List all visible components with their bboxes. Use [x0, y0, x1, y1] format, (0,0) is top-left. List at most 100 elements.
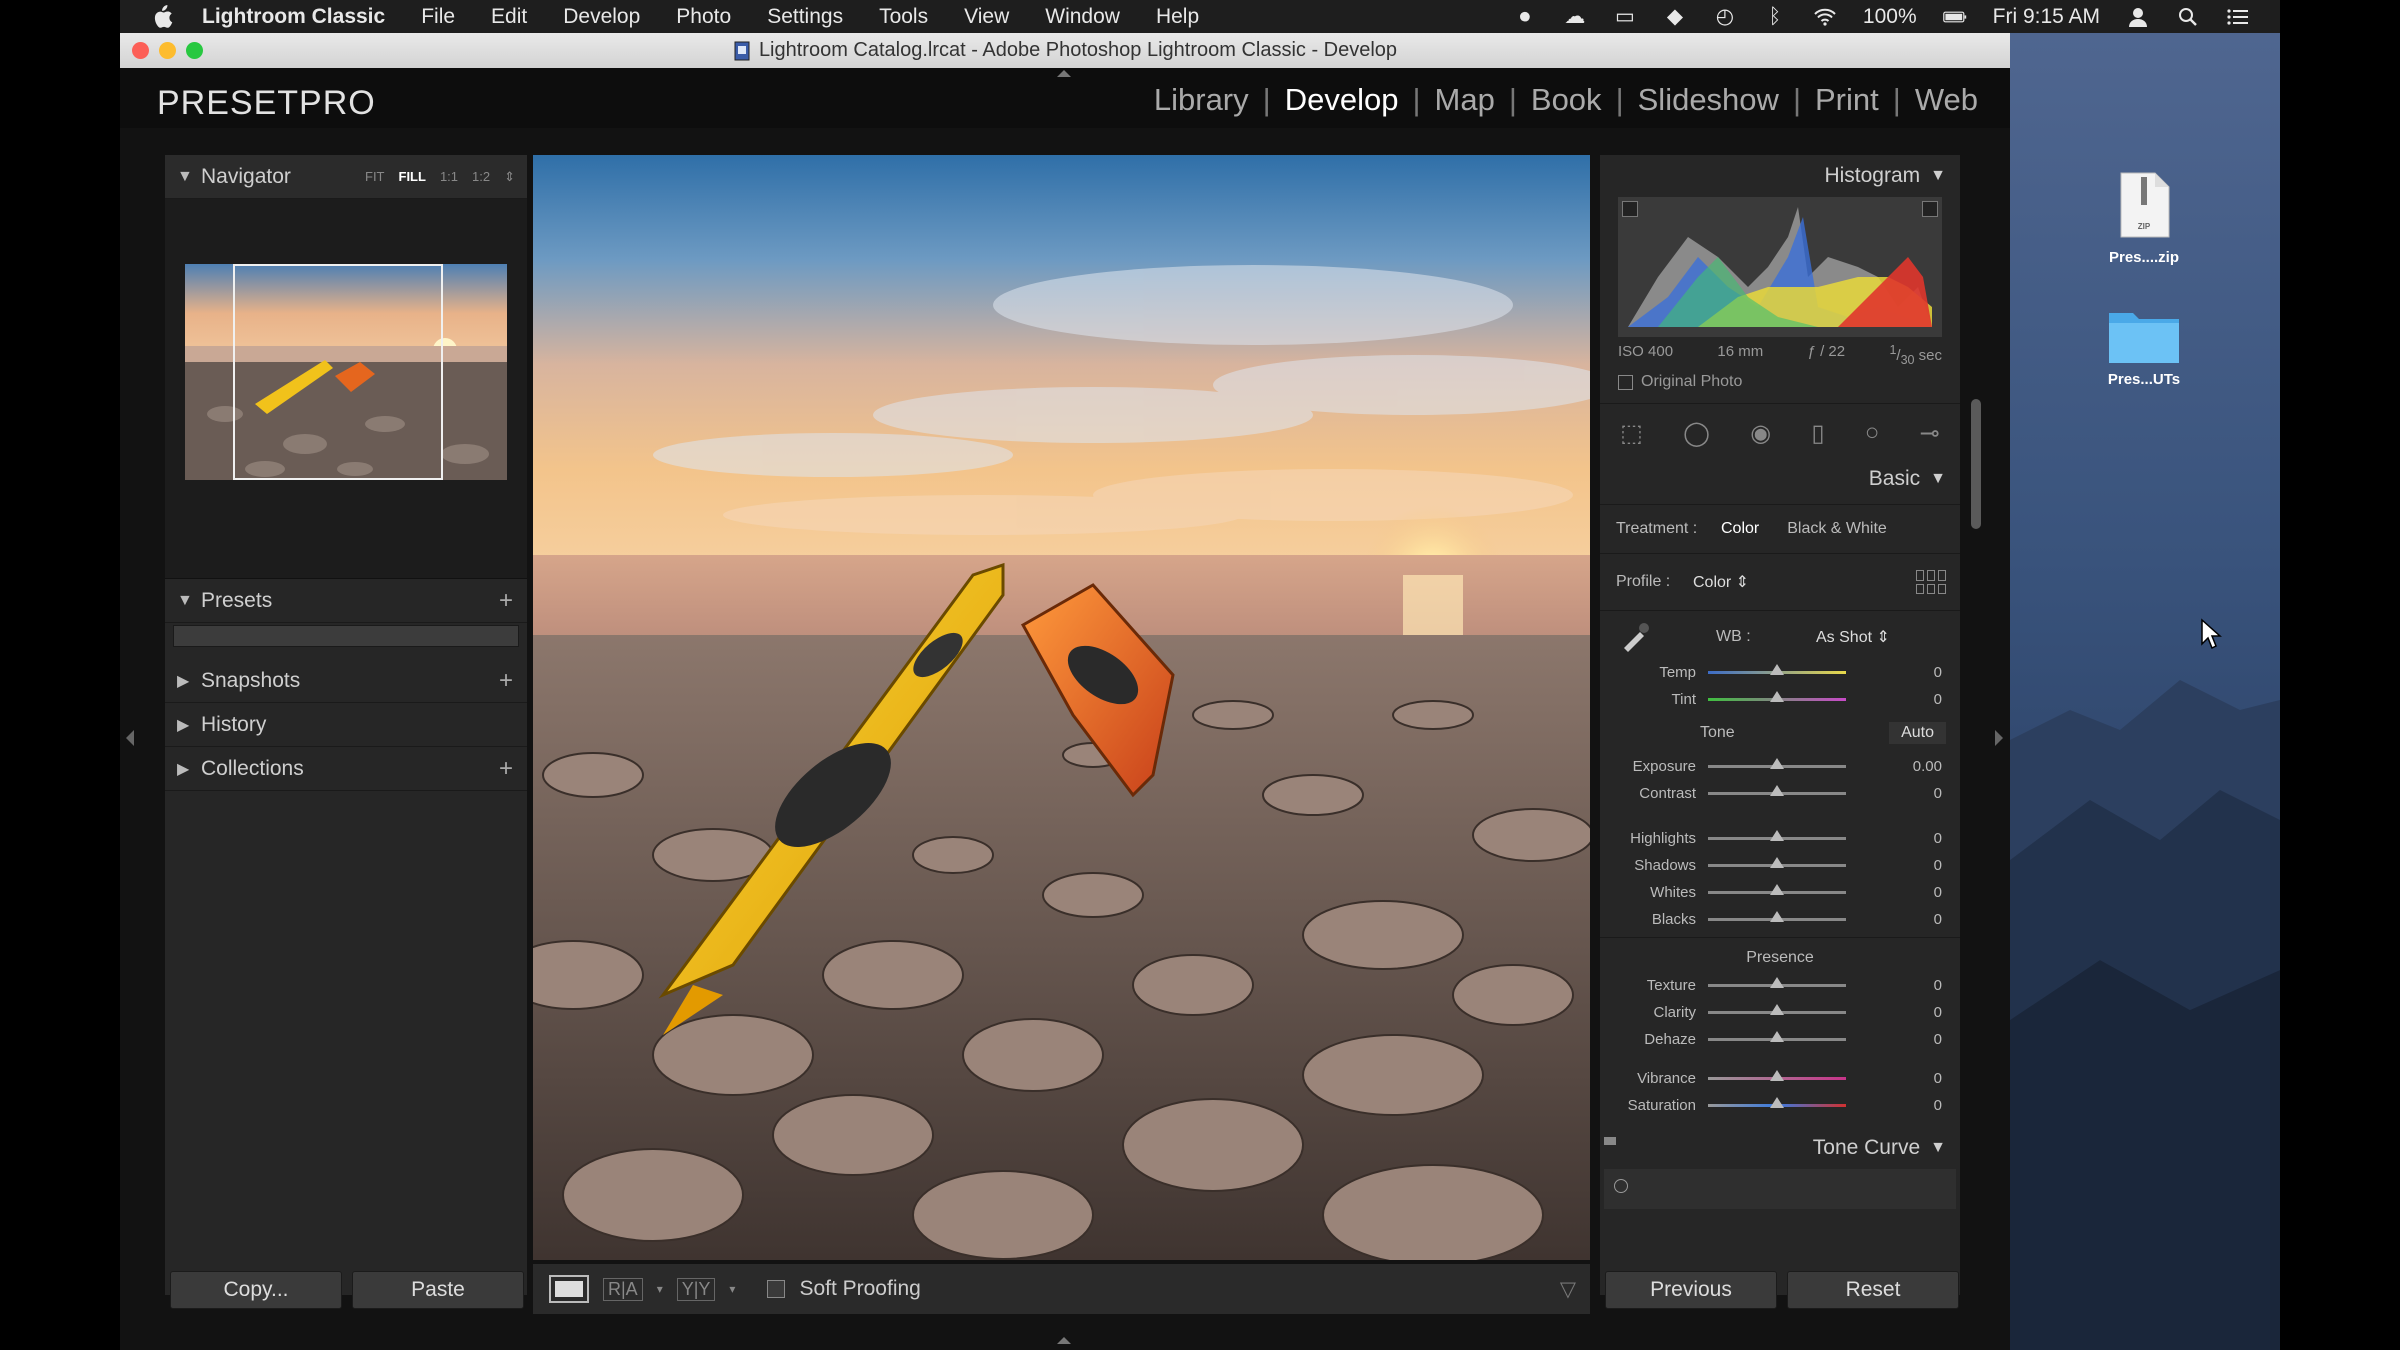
preset-filter-input[interactable] — [173, 625, 519, 647]
shadows-value[interactable]: 0 — [1934, 857, 1942, 874]
original-photo-checkbox[interactable] — [1618, 374, 1633, 390]
right-panel-scrollbar[interactable] — [1971, 399, 1981, 529]
menu-app-name[interactable]: Lightroom Classic — [202, 5, 385, 29]
filmstrip-toggle-icon[interactable] — [1055, 1335, 1073, 1345]
module-map[interactable]: Map — [1421, 82, 1509, 118]
targeted-adjustment-icon[interactable] — [1614, 1179, 1628, 1193]
snapshots-header[interactable]: ▶ Snapshots + — [165, 659, 527, 703]
treatment-bw-option[interactable]: Black & White — [1787, 520, 1887, 538]
photo-canvas[interactable] — [533, 155, 1590, 1260]
window-titlebar[interactable]: Lightroom Catalog.lrcat - Adobe Photosho… — [120, 33, 2010, 68]
menubar-clock[interactable]: Fri 9:15 AM — [1993, 5, 2100, 29]
history-header[interactable]: ▶ History — [165, 703, 527, 747]
crop-tool-icon[interactable]: ⬚ — [1620, 419, 1643, 448]
whites-value[interactable]: 0 — [1934, 884, 1942, 901]
desktop-zip-file[interactable]: ZIP Pres....zip — [2084, 171, 2204, 266]
histogram-graph[interactable] — [1618, 197, 1942, 337]
soft-proofing-checkbox[interactable] — [767, 1280, 786, 1298]
zoom-fill[interactable]: FILL — [399, 169, 426, 185]
module-develop[interactable]: Develop — [1271, 82, 1413, 118]
treatment-color-option[interactable]: Color — [1721, 520, 1759, 538]
texture-value[interactable]: 0 — [1934, 977, 1942, 994]
before-after-split-icon[interactable]: Y|Y — [676, 1277, 716, 1301]
navigator-header[interactable]: ▼ Navigator FIT FILL 1:1 1:2 ⇕ — [165, 155, 527, 199]
navigator-thumbnail[interactable] — [185, 264, 507, 480]
clarity-value[interactable]: 0 — [1934, 1004, 1942, 1021]
vibrance-value[interactable]: 0 — [1934, 1070, 1942, 1087]
zoom-1-2[interactable]: 1:2 — [472, 169, 490, 185]
zoom-1-1[interactable]: 1:1 — [440, 169, 458, 185]
desktop-folder[interactable]: Pres...UTs — [2084, 305, 2204, 388]
top-panel-toggle-icon[interactable] — [1055, 68, 1073, 78]
whites-slider[interactable]: Whites 0 — [1600, 879, 1960, 906]
menu-photo[interactable]: Photo — [676, 5, 731, 29]
collapse-triangle-icon[interactable]: ▼ — [177, 592, 201, 610]
collections-header[interactable]: ▶ Collections + — [165, 747, 527, 791]
highlights-slider[interactable]: Highlights 0 — [1600, 825, 1960, 852]
wifi-icon[interactable] — [1813, 6, 1837, 28]
spot-removal-icon[interactable]: ◯ — [1683, 419, 1710, 448]
presets-header[interactable]: ▼ Presets + — [165, 579, 527, 623]
zoom-button[interactable] — [186, 42, 203, 59]
eyedropper-icon[interactable] — [1610, 615, 1660, 659]
profile-dropdown[interactable]: Color ⇕ — [1693, 572, 1749, 592]
split-dropdown-icon[interactable]: ▾ — [729, 1282, 735, 1296]
module-library[interactable]: Library — [1140, 82, 1263, 118]
exposure-value[interactable]: 0.00 — [1913, 758, 1942, 775]
contrast-slider[interactable]: Contrast 0 — [1600, 780, 1960, 807]
menu-develop[interactable]: Develop — [563, 5, 640, 29]
expand-triangle-icon[interactable]: ▶ — [177, 715, 201, 735]
module-print[interactable]: Print — [1801, 82, 1893, 118]
graduated-filter-icon[interactable]: ▯ — [1811, 419, 1824, 448]
paste-settings-button[interactable]: Paste — [352, 1271, 524, 1309]
module-book[interactable]: Book — [1517, 82, 1616, 118]
add-preset-icon[interactable]: + — [499, 587, 513, 615]
menu-settings[interactable]: Settings — [767, 5, 843, 29]
expand-triangle-icon[interactable]: ▶ — [177, 759, 201, 779]
texture-slider[interactable]: Texture 0 — [1600, 972, 1960, 999]
clarity-slider[interactable]: Clarity 0 — [1600, 999, 1960, 1026]
saturation-slider[interactable]: Saturation 0 — [1600, 1092, 1960, 1119]
record-icon[interactable]: ⏺ — [1513, 5, 1537, 28]
zoom-fit[interactable]: FIT — [365, 169, 385, 185]
red-eye-icon[interactable]: ◉ — [1750, 419, 1771, 448]
tint-value[interactable]: 0 — [1934, 691, 1942, 708]
collapse-triangle-icon[interactable]: ▼ — [1930, 470, 1946, 488]
tone-auto-button[interactable]: Auto — [1889, 722, 1946, 744]
battery-icon[interactable] — [1942, 6, 1967, 28]
shadow-clipping-icon[interactable] — [1622, 201, 1638, 217]
tone-curve-graph[interactable] — [1604, 1169, 1956, 1209]
exposure-slider[interactable]: Exposure 0.00 — [1600, 753, 1960, 780]
menu-file[interactable]: File — [421, 5, 455, 29]
adjustment-brush-icon[interactable]: ⊸ — [1920, 419, 1940, 448]
collapse-triangle-icon[interactable]: ▼ — [1930, 167, 1946, 185]
wb-dropdown[interactable]: As Shot ⇕ — [1816, 627, 1890, 647]
collapse-triangle-icon[interactable]: ▼ — [1930, 1139, 1946, 1157]
add-collection-icon[interactable]: + — [499, 755, 513, 783]
module-slideshow[interactable]: Slideshow — [1624, 82, 1793, 118]
loupe-view-icon[interactable] — [549, 1275, 589, 1303]
menu-help[interactable]: Help — [1156, 5, 1199, 29]
blacks-value[interactable]: 0 — [1934, 911, 1942, 928]
tone-curve-header[interactable]: Tone Curve ▼ — [1600, 1127, 1960, 1169]
toolbar-menu-chevron-icon[interactable]: ▽ — [1560, 1277, 1576, 1302]
expand-triangle-icon[interactable]: ▶ — [177, 671, 201, 691]
menu-tools[interactable]: Tools — [879, 5, 928, 29]
left-panel-toggle-icon[interactable] — [124, 728, 136, 748]
panel-switch-icon[interactable] — [1604, 1137, 1616, 1145]
creative-cloud-icon[interactable]: ☁ — [1563, 5, 1587, 28]
menu-window[interactable]: Window — [1045, 5, 1120, 29]
histogram-header[interactable]: Histogram ▼ — [1600, 155, 1960, 197]
notification-center-icon[interactable] — [2226, 6, 2250, 28]
display-icon[interactable]: ▭ — [1613, 5, 1637, 28]
right-panel-toggle-icon[interactable] — [1993, 728, 2005, 748]
highlights-value[interactable]: 0 — [1934, 830, 1942, 847]
tint-slider[interactable]: Tint 0 — [1600, 686, 1960, 713]
close-button[interactable] — [132, 42, 149, 59]
apple-icon[interactable] — [148, 3, 176, 31]
profile-browser-grid-icon[interactable] — [1916, 570, 1946, 594]
navigator-view-frame[interactable] — [233, 264, 443, 480]
saturation-value[interactable]: 0 — [1934, 1097, 1942, 1114]
collapse-triangle-icon[interactable]: ▼ — [177, 168, 201, 186]
menu-edit[interactable]: Edit — [491, 5, 527, 29]
